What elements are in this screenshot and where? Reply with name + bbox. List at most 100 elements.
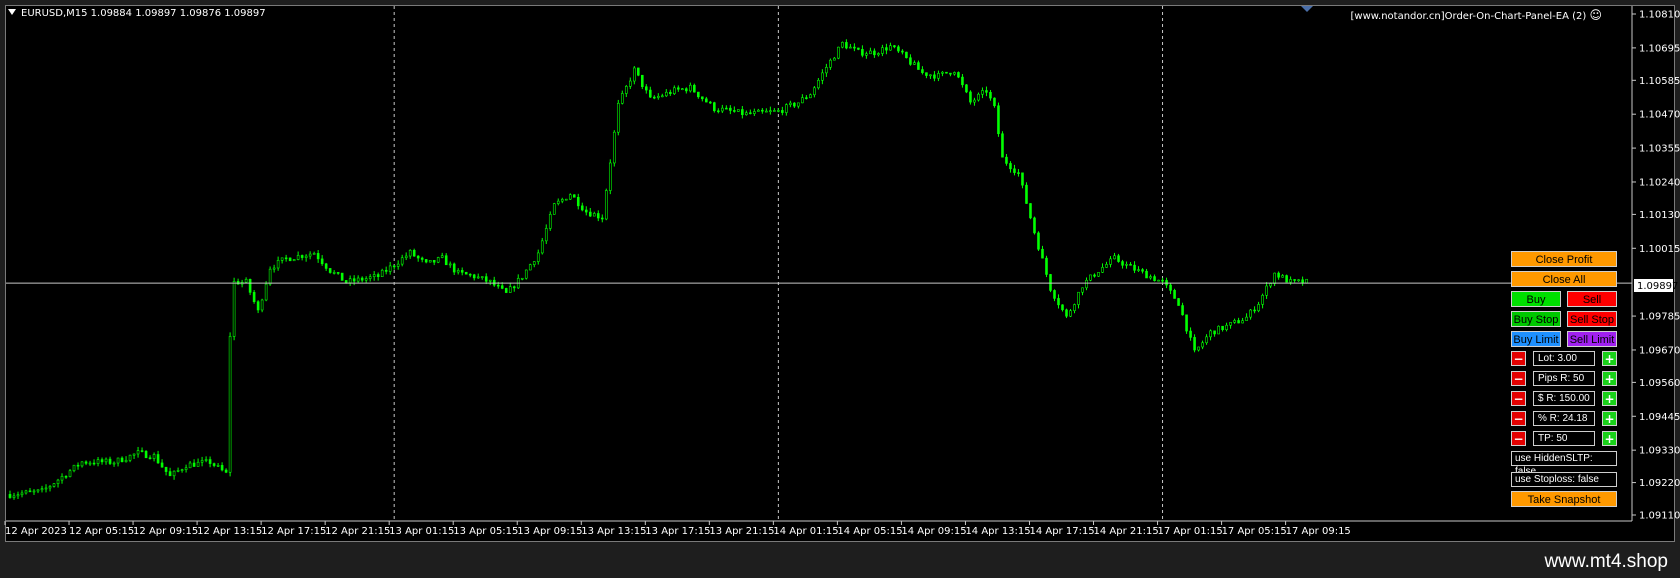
buy-button[interactable]: Buy <box>1511 291 1561 307</box>
bullish-candle-body <box>913 62 916 65</box>
bearish-candle-body <box>741 109 744 116</box>
pct-risk-field[interactable]: % R: 24.18 <box>1533 411 1595 426</box>
bullish-candle-body <box>296 255 300 260</box>
close-profit-button[interactable]: Close Profit <box>1511 251 1617 267</box>
sell-button[interactable]: Sell <box>1567 291 1617 307</box>
bullish-candle-body <box>1089 274 1092 281</box>
bullish-candle-body <box>56 479 60 484</box>
bullish-candle-body <box>1073 304 1076 311</box>
price-chart[interactable]: 1.10810 1.10695 1.10585 1.10470 1.10355 1.102… <box>0 0 1680 578</box>
bearish-candle-body <box>905 51 908 59</box>
bullish-candle-body <box>536 252 540 262</box>
bullish-candle-body <box>608 162 612 191</box>
bearish-candle-body <box>885 47 888 51</box>
bearish-candle-body <box>729 107 732 111</box>
bearish-candle-body <box>636 67 640 76</box>
bearish-candle-body <box>392 265 396 268</box>
bearish-candle-body <box>1021 172 1024 186</box>
bearish-candle-body <box>1253 309 1256 312</box>
bullish-candle-body <box>813 87 816 96</box>
price-tick-label: 1.09110 <box>1639 511 1680 522</box>
time-tick-label: 13 Apr 21:15 <box>709 526 774 537</box>
sell-stop-button[interactable]: Sell Stop <box>1567 311 1617 327</box>
bullish-candle-body <box>32 490 36 493</box>
pips-risk-increase-button[interactable]: + <box>1602 371 1617 386</box>
take-snapshot-button[interactable]: Take Snapshot <box>1511 491 1617 507</box>
bullish-candle-body <box>372 274 376 277</box>
bullish-candle-body <box>604 190 608 220</box>
use-stoploss-toggle[interactable]: use Stoploss: false <box>1511 472 1617 487</box>
time-tick-label: 13 Apr 01:15 <box>389 526 454 537</box>
bullish-candle-body <box>841 42 844 48</box>
bearish-candle-body <box>933 74 936 79</box>
close-all-button[interactable]: Close All <box>1511 271 1617 287</box>
time-tick-label: 13 Apr 17:15 <box>645 526 710 537</box>
bearish-candle-body <box>1185 314 1188 332</box>
bearish-candle-body <box>472 274 476 279</box>
bullish-candle-body <box>136 450 140 455</box>
pct-risk-increase-button[interactable]: + <box>1602 411 1617 426</box>
bearish-candle-body <box>989 92 992 99</box>
bearish-candle-body <box>588 211 592 217</box>
bearish-candle-body <box>993 97 996 107</box>
bullish-candle-body <box>624 86 628 94</box>
time-tick-label: 13 Apr 09:15 <box>517 526 582 537</box>
time-tick-label: 14 Apr 21:15 <box>1094 526 1159 537</box>
buy-stop-button[interactable]: Buy Stop <box>1511 311 1561 327</box>
usd-risk-field[interactable]: $ R: 150.00 <box>1533 391 1595 406</box>
bullish-candle-body <box>1069 310 1072 317</box>
bullish-candle-body <box>272 267 276 270</box>
bearish-candle-body <box>92 462 96 465</box>
price-tick-label: 1.10470 <box>1639 110 1680 121</box>
buy-limit-button[interactable]: Buy Limit <box>1511 331 1561 347</box>
bearish-candle-body <box>580 205 584 211</box>
bearish-candle-body <box>653 96 656 99</box>
lot-decrease-button[interactable]: − <box>1511 351 1526 366</box>
bullish-candle-body <box>833 57 836 61</box>
bearish-candle-body <box>1153 276 1156 282</box>
bullish-candle-body <box>661 95 664 98</box>
lot-field[interactable]: Lot: 3.00 <box>1533 351 1595 366</box>
bullish-candle-body <box>1245 316 1248 321</box>
bullish-candle-body <box>1113 255 1116 260</box>
bullish-candle-body <box>673 87 676 94</box>
bearish-candle-body <box>1213 330 1216 335</box>
bullish-candle-body <box>124 459 128 463</box>
pips-risk-decrease-button[interactable]: − <box>1511 371 1526 386</box>
shift-marker-icon[interactable] <box>1301 6 1313 12</box>
bullish-candle-body <box>1081 287 1084 293</box>
bullish-candle-body <box>665 91 668 97</box>
pips-risk-field[interactable]: Pips R: 50 <box>1533 371 1595 386</box>
bearish-candle-body <box>1065 309 1068 317</box>
bullish-candle-body <box>973 99 976 103</box>
bullish-candle-body <box>72 464 76 472</box>
bullish-candle-body <box>228 336 232 473</box>
hidden-sltp-toggle[interactable]: use HiddenSLTP: false <box>1511 451 1617 477</box>
bullish-candle-body <box>128 454 132 461</box>
bullish-candle-body <box>400 257 404 265</box>
tp-decrease-button[interactable]: − <box>1511 431 1526 446</box>
bearish-candle-body <box>416 255 420 259</box>
usd-risk-decrease-button[interactable]: − <box>1511 391 1526 406</box>
bullish-candle-body <box>80 461 84 467</box>
tp-increase-button[interactable]: + <box>1602 431 1617 446</box>
bullish-candle-body <box>176 470 180 472</box>
bullish-candle-body <box>1265 285 1268 296</box>
bearish-candle-body <box>512 286 516 289</box>
dropdown-triangle-icon[interactable] <box>8 9 16 15</box>
bearish-candle-body <box>1009 163 1012 170</box>
bearish-candle-body <box>468 273 472 276</box>
bearish-candle-body <box>320 258 324 265</box>
time-tick-label: 12 Apr 05:15 <box>69 526 134 537</box>
pct-risk-decrease-button[interactable]: − <box>1511 411 1526 426</box>
bullish-candle-body <box>260 299 264 311</box>
bearish-candle-body <box>1177 298 1180 306</box>
bearish-candle-body <box>1037 232 1040 250</box>
usd-risk-increase-button[interactable]: + <box>1602 391 1617 406</box>
bearish-candle-body <box>1221 325 1224 331</box>
bullish-candle-body <box>292 259 296 262</box>
lot-increase-button[interactable]: + <box>1602 351 1617 366</box>
bullish-candle-body <box>745 112 748 116</box>
sell-limit-button[interactable]: Sell Limit <box>1567 331 1617 347</box>
tp-field[interactable]: TP: 50 <box>1533 431 1595 446</box>
